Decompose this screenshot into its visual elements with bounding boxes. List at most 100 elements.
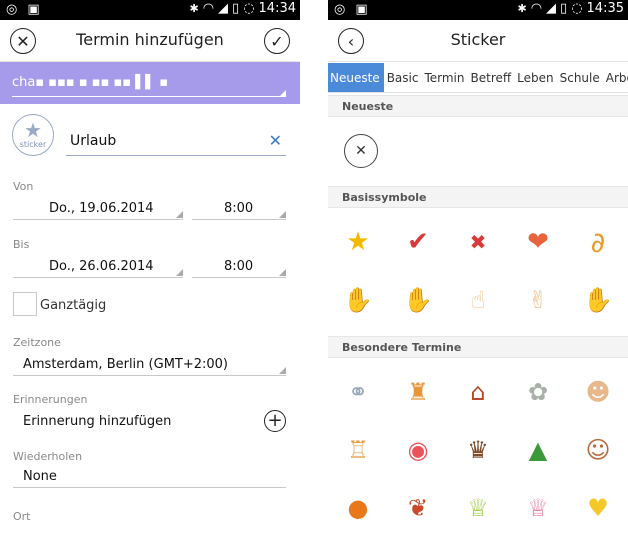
chick-icon[interactable]: ♥: [568, 479, 628, 533]
finger-sparkle-icon[interactable]: ☝: [448, 271, 508, 329]
birthday-cake-icon[interactable]: ♜: [388, 363, 448, 421]
title-bar: ✕ Termin hinzufügen ✓: [0, 20, 300, 62]
tab-betreff[interactable]: Betreff: [468, 63, 515, 92]
confirm-button[interactable]: ✓: [264, 28, 290, 54]
image-icon: ▣: [27, 2, 40, 17]
tab-termin[interactable]: Termin: [421, 63, 467, 92]
tab-basic[interactable]: Basic: [384, 63, 422, 92]
pumpkin-icon[interactable]: ●: [328, 479, 388, 533]
from-date-value: Do., 19.06.2014: [49, 201, 154, 216]
star-icon: ★: [24, 118, 42, 142]
dropdown-corner-icon: [279, 90, 286, 97]
repeat-select[interactable]: None: [13, 466, 286, 488]
timezone-label: Zeitzone: [13, 336, 61, 349]
to-time-value: 8:00: [224, 259, 254, 274]
battery-icon: ▯: [232, 1, 240, 16]
bluetooth-icon: ✱: [517, 2, 527, 15]
from-time-value: 8:00: [224, 201, 254, 216]
signal-icon: ◢: [546, 1, 557, 16]
cupcake-icon[interactable]: ♛: [448, 421, 508, 479]
target-icon: ◎: [6, 2, 18, 17]
cross-icon[interactable]: ✖: [448, 213, 508, 271]
sticker-label: sticker: [19, 140, 47, 149]
bluetooth-icon: ✱: [189, 2, 199, 15]
to-time-field[interactable]: 8:00: [192, 256, 286, 278]
muffin-icon[interactable]: ♕: [448, 479, 508, 533]
victory-hand-icon[interactable]: ✌: [508, 271, 568, 329]
tab-leben[interactable]: Leben: [514, 63, 556, 92]
sticker-tabs: Neueste Basic Termin Betreff Leben Schul…: [328, 63, 628, 93]
repeat-label: Wiederholen: [13, 450, 83, 463]
sync-icon: ◌: [243, 1, 255, 16]
flower-icon[interactable]: ✿: [508, 363, 568, 421]
status-bar: ◎ ▣ ✱ ◠ ◢ ▯ ◌ 14:35: [328, 0, 628, 20]
sync-icon: ◌: [571, 1, 583, 16]
house-icon[interactable]: ⌂: [448, 363, 508, 421]
wifi-icon: ◠: [202, 1, 215, 16]
check-icon: ✓: [270, 31, 284, 51]
from-label: Von: [13, 180, 34, 193]
from-time-field[interactable]: 8:00: [192, 198, 286, 220]
to-date-field[interactable]: Do., 26.06.2014: [13, 256, 183, 278]
calendar-select[interactable]: cha▪ ▪▪▪ ▪ ▪▪ ▪▪ ▌▌ ▪: [0, 62, 300, 104]
cake-slice-icon[interactable]: ♖: [328, 421, 388, 479]
add-reminder-label[interactable]: Erinnerung hinzufügen: [23, 414, 171, 429]
all-day-label: Ganztägig: [40, 298, 107, 313]
status-time: 14:34: [258, 1, 296, 16]
check-icon[interactable]: ✔: [388, 213, 448, 271]
title-input[interactable]: Urlaub ✕: [66, 124, 286, 156]
star-icon[interactable]: ★: [328, 213, 388, 271]
couple-icon[interactable]: ☺: [568, 421, 628, 479]
tab-schule[interactable]: Schule: [557, 63, 603, 92]
status-time: 14:35: [586, 1, 624, 16]
tab-arbeit[interactable]: Arbeit: [603, 63, 628, 92]
ok-hand-icon[interactable]: ✋: [328, 271, 388, 329]
clear-icon[interactable]: ✕: [269, 131, 282, 150]
thumb-down-icon[interactable]: ✋: [568, 271, 628, 329]
section-recent-label: Neueste: [342, 100, 394, 113]
from-date-field[interactable]: Do., 19.06.2014: [13, 198, 183, 220]
page-title: Sticker: [450, 30, 506, 49]
status-bar: ◎ ▣ ✱ ◠ ◢ ▯ ◌ 14:34: [0, 0, 300, 20]
cupcake-2-icon[interactable]: ♕: [508, 479, 568, 533]
sticker-screen: ◎ ▣ ✱ ◠ ◢ ▯ ◌ 14:35 ‹ Sticker Neueste Ba…: [328, 0, 628, 533]
add-appointment-screen: ◎ ▣ ✱ ◠ ◢ ▯ ◌ 14:34 ✕ Termin hinzufügen …: [0, 0, 300, 533]
calendar-value: cha▪ ▪▪▪ ▪ ▪▪ ▪▪ ▌▌ ▪: [12, 75, 169, 90]
battery-icon: ▯: [560, 1, 568, 16]
page-title: Termin hinzufügen: [76, 30, 224, 49]
heart-icon[interactable]: ❤: [508, 213, 568, 271]
sticker-button[interactable]: ★ sticker: [12, 114, 54, 156]
all-day-checkbox[interactable]: [13, 292, 37, 316]
christmas-tree-icon[interactable]: ▲: [508, 421, 568, 479]
add-reminder-button[interactable]: +: [264, 410, 286, 432]
target-icon: ◎: [334, 2, 346, 17]
to-date-value: Do., 26.06.2014: [49, 259, 154, 274]
signal-icon: ◢: [218, 1, 229, 16]
repeat-value: None: [23, 469, 57, 484]
rings-icon[interactable]: ⚭: [328, 363, 388, 421]
plus-icon: +: [267, 410, 283, 431]
tab-neueste[interactable]: Neueste: [328, 63, 384, 92]
section-header-basic: Basissymbole: [328, 186, 628, 208]
paperclip-icon[interactable]: ∂: [568, 213, 628, 271]
timezone-select[interactable]: Amsterdam, Berlin (GMT+2:00): [13, 354, 286, 376]
image-icon: ▣: [355, 2, 368, 17]
section-special-label: Besondere Termine: [342, 341, 462, 354]
title-bar: ‹ Sticker: [328, 20, 628, 62]
reminders-label: Erinnerungen: [13, 393, 88, 406]
stop-hand-icon[interactable]: ✋: [388, 271, 448, 329]
wifi-icon: ◠: [530, 1, 543, 16]
to-label: Bis: [13, 238, 30, 251]
section-basic-label: Basissymbole: [342, 191, 427, 204]
baby-icon[interactable]: ☻: [568, 363, 628, 421]
special-sticker-grid: ⚭ ♜ ⌂ ✿ ☻ ♖ ◉ ♛ ▲ ☺ ● ❦ ♕ ♕ ♥: [328, 363, 628, 533]
section-header-recent: Neueste: [328, 95, 628, 117]
candy-icon[interactable]: ◉: [388, 421, 448, 479]
title-value: Urlaub: [70, 133, 117, 149]
section-header-special: Besondere Termine: [328, 336, 628, 358]
no-sticker-button[interactable]: ✕: [344, 134, 378, 168]
bouquet-icon[interactable]: ❦: [388, 479, 448, 533]
close-icon: ✕: [355, 143, 367, 159]
location-label: Ort: [13, 510, 31, 523]
basic-sticker-grid: ★ ✔ ✖ ❤ ∂ ✋ ✋ ☝ ✌ ✋: [328, 213, 628, 329]
